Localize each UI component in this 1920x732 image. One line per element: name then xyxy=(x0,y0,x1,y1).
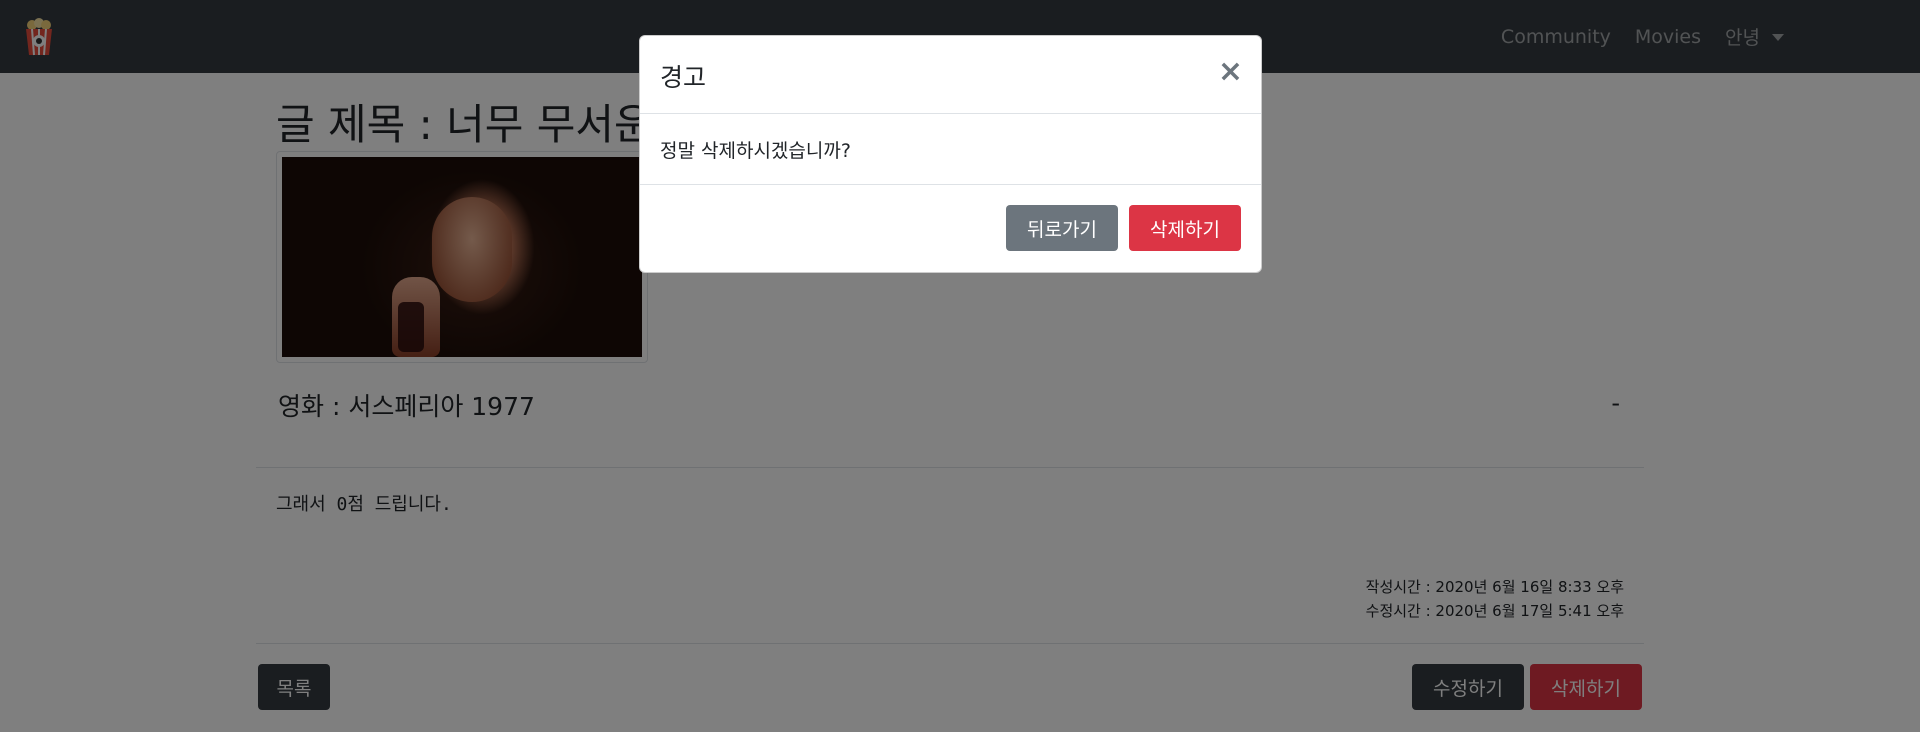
back-button[interactable]: 뒤로가기 xyxy=(1006,205,1118,251)
modal-footer: 뒤로가기 삭제하기 xyxy=(640,184,1261,274)
close-icon[interactable]: × xyxy=(1218,54,1243,90)
confirm-delete-button[interactable]: 삭제하기 xyxy=(1129,205,1241,251)
modal-title: 경고 xyxy=(660,63,707,92)
modal-message: 정말 삭제하시겠습니까? xyxy=(660,140,851,162)
confirm-delete-modal: 경고 × 정말 삭제하시겠습니까? 뒤로가기 삭제하기 xyxy=(639,35,1262,273)
modal-header: 경고 × xyxy=(640,36,1261,114)
